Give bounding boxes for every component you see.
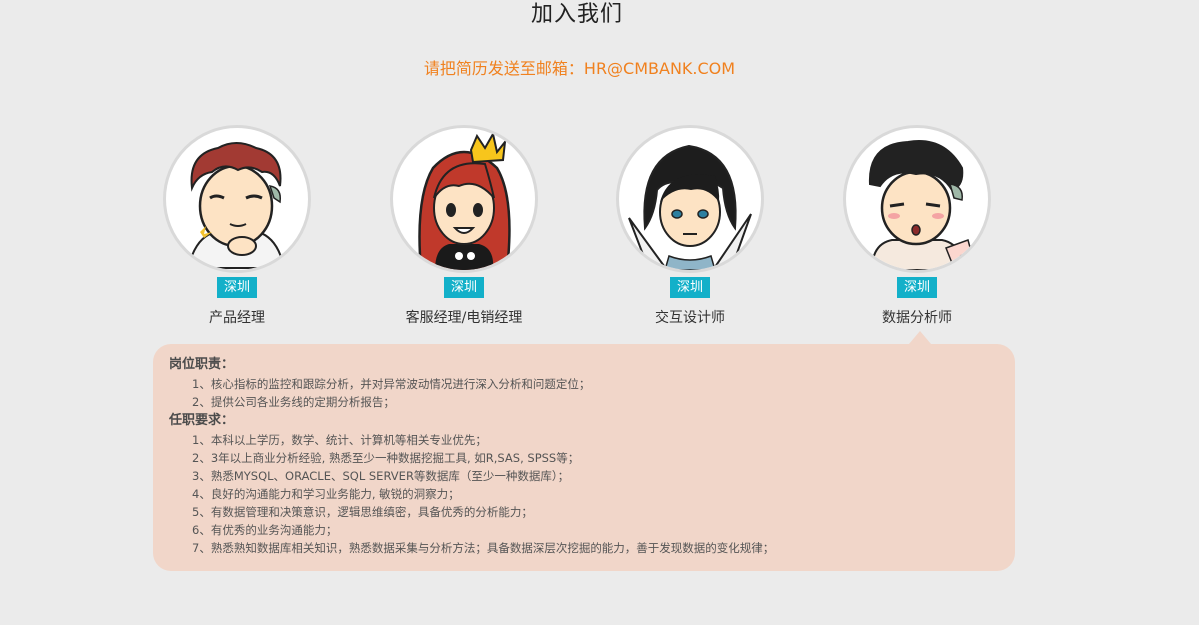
list-item: 1、本科以上学历，数学、统计、计算机等相关专业优先； — [192, 433, 487, 447]
city-badge: 深圳 — [216, 277, 257, 298]
list-item: 3、熟悉MYSQL、ORACLE、SQL SERVER等数据库（至少一种数据库）… — [192, 469, 570, 483]
requirements-list: 1、本科以上学历，数学、统计、计算机等相关专业优先； 2、3年以上商业分析经验,… — [169, 431, 999, 557]
city-badge: 深圳 — [443, 277, 484, 298]
list-item: 2、提供公司各业务线的定期分析报告； — [192, 395, 395, 409]
list-item: 6、有优秀的业务沟通能力； — [192, 523, 338, 537]
city-badge: 深圳 — [896, 277, 937, 298]
position-card-product-manager[interactable]: 深圳 产品经理 — [162, 125, 312, 327]
position-title[interactable]: 交互设计师 — [575, 307, 805, 327]
duties-heading: 岗位职责： — [169, 357, 235, 372]
position-title[interactable]: 数据分析师 — [802, 307, 1032, 327]
avatar-service-manager — [390, 125, 538, 273]
popup-arrow — [909, 331, 931, 344]
position-title[interactable]: 产品经理 — [122, 307, 352, 327]
avatar-data-analyst — [843, 125, 991, 273]
city-badge: 深圳 — [669, 277, 710, 298]
position-card-interaction-designer[interactable]: 深圳 交互设计师 — [615, 125, 765, 327]
email-contact: 请把简历发送至邮箱：HR@CMBANK.COM — [423, 59, 736, 78]
position-card-service-manager[interactable]: 深圳 客服经理/电销经理 — [389, 125, 539, 327]
position-card-data-analyst[interactable]: 深圳 数据分析师 — [842, 125, 992, 327]
list-item: 7、熟悉熟知数据库相关知识，熟悉数据采集与分析方法；具备数据深层次挖掘的能力，善… — [192, 541, 775, 555]
requirements-heading: 任职要求： — [169, 413, 235, 428]
avatar-interaction-designer — [616, 125, 764, 273]
list-item: 4、良好的沟通能力和学习业务能力, 敏锐的洞察力； — [192, 487, 460, 501]
list-item: 1、核心指标的监控和跟踪分析，并对异常波动情况进行深入分析和问题定位； — [192, 377, 591, 391]
list-item: 5、有数据管理和决策意识，逻辑思维缜密，具备优秀的分析能力； — [192, 505, 533, 519]
position-title[interactable]: 客服经理/电销经理 — [349, 307, 579, 327]
duties-list: 1、核心指标的监控和跟踪分析，并对异常波动情况进行深入分析和问题定位； 2、提供… — [169, 375, 999, 411]
page-title: 加入我们 — [530, 2, 623, 27]
avatar-product-manager — [163, 125, 311, 273]
list-item: 2、3年以上商业分析经验, 熟悉至少一种数据挖掘工具, 如R,SAS, SPSS… — [192, 451, 580, 465]
job-detail-popup: 岗位职责： 1、核心指标的监控和跟踪分析，并对异常波动情况进行深入分析和问题定位… — [153, 331, 1015, 571]
